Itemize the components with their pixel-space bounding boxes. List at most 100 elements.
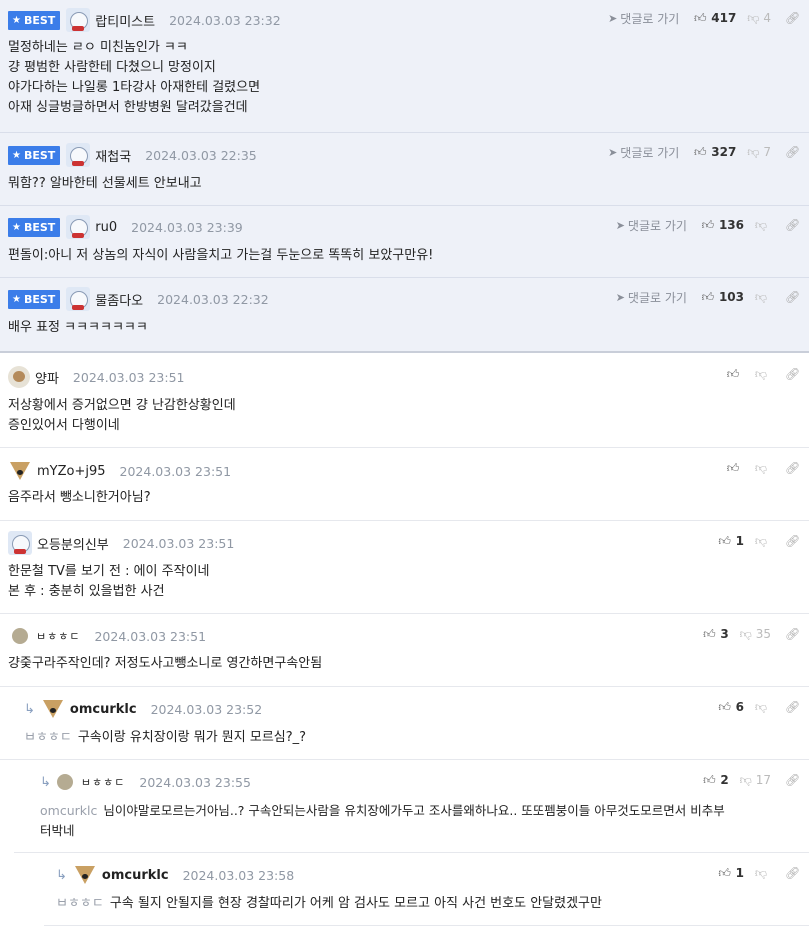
upvote-button[interactable]: 👍︎ 327: [693, 145, 736, 160]
downvote-button[interactable]: 👎︎ 7: [746, 145, 771, 160]
upvote-button[interactable]: 👍︎ 6: [718, 700, 744, 715]
comment-body: 걍줒구라주작인데? 저정도사고뺑소니로 영간하면구속안됨: [8, 656, 323, 671]
author-name[interactable]: 랍티미스트: [95, 11, 155, 30]
thumbs-down-icon: 👎︎: [739, 626, 752, 641]
avatar[interactable]: [12, 628, 28, 644]
avatar[interactable]: [73, 863, 97, 887]
author-name[interactable]: 양파: [35, 368, 59, 387]
link-icon[interactable]: 🔗︎: [785, 367, 800, 381]
comment-header: ㅂㅎㅎㄷ 2024.03.03 23:51: [12, 626, 206, 646]
comment-actions: 👍︎ 2 👎︎ 17 🔗︎: [702, 771, 800, 789]
downvote-button[interactable]: 👎︎ 17: [739, 773, 771, 788]
upvote-button[interactable]: 👍︎ 103: [701, 290, 744, 305]
downvote-button[interactable]: 👎︎: [754, 367, 771, 382]
author-name[interactable]: mYZo+j95: [37, 464, 106, 479]
comment-actions: 👍︎ 6 👎︎ 🔗︎: [718, 698, 800, 716]
avatar[interactable]: [56, 774, 73, 790]
avatar[interactable]: [66, 215, 91, 239]
downvote-button[interactable]: 👎︎: [754, 866, 771, 881]
link-icon[interactable]: 🔗︎: [785, 534, 800, 548]
downvote-button[interactable]: 👎︎ 4: [746, 11, 771, 26]
downvote-count: 35: [755, 627, 771, 641]
downvote-button[interactable]: 👎︎: [754, 218, 771, 233]
downvote-button[interactable]: 👎︎: [754, 290, 771, 305]
star-icon: ★: [12, 149, 21, 161]
upvote-button[interactable]: 👍︎ 1: [718, 866, 744, 881]
avatar[interactable]: [41, 697, 65, 721]
link-icon[interactable]: 🔗︎: [785, 461, 800, 475]
author-name[interactable]: 물좀다오: [95, 290, 143, 309]
link-icon[interactable]: 🔗︎: [785, 145, 800, 159]
star-icon: ★: [12, 293, 21, 305]
downvote-button[interactable]: 👎︎ 35: [739, 627, 771, 642]
link-icon[interactable]: 🔗︎: [785, 218, 800, 232]
upvote-count: 1: [735, 866, 744, 880]
thumbs-up-icon: 👍︎: [726, 366, 740, 381]
upvote-button[interactable]: 👍︎: [726, 461, 744, 476]
mention-name[interactable]: ㅂㅎㅎㄷ: [56, 896, 104, 911]
avatar[interactable]: [8, 366, 30, 388]
thumbs-up-icon: 👍︎: [718, 865, 731, 880]
author-name[interactable]: ru0: [95, 220, 117, 235]
comment-actions: 👍︎ 1 👎︎ 🔗︎: [718, 864, 800, 882]
downvote-count: 7: [763, 145, 771, 159]
reply-arrow-icon: ↳: [24, 701, 35, 717]
comment-body: 음주라서 뺑소니한거아님?: [8, 490, 151, 505]
comment: 오등분의신부 2024.03.03 23:51 👍︎ 1 👎︎ 🔗︎ 한문철 TV…: [0, 521, 809, 614]
reply-comment: ↳ ㅂㅎㅎㄷ 2024.03.03 23:55 👍︎ 2 👎︎ 17 🔗︎ omcu…: [14, 760, 809, 853]
author-name[interactable]: ㅂㅎㅎㄷ: [81, 774, 125, 790]
downvote-button[interactable]: 👎︎: [754, 461, 771, 476]
upvote-count: 2: [720, 773, 729, 787]
link-icon[interactable]: 🔗︎: [785, 627, 800, 641]
avatar[interactable]: [8, 459, 32, 483]
comment-date: 2024.03.03 23:55: [139, 774, 251, 790]
upvote-button[interactable]: 👍︎: [726, 367, 744, 382]
thumbs-down-icon: 👎︎: [747, 144, 760, 159]
comment-date: 2024.03.03 23:51: [72, 369, 185, 385]
upvote-button[interactable]: 👍︎ 2: [702, 773, 729, 788]
upvote-count: 3: [720, 627, 729, 641]
thumbs-up-icon: 👍︎: [718, 533, 731, 548]
upvote-button[interactable]: 👍︎ 1: [718, 534, 744, 549]
thumbs-up-icon: 👍︎: [703, 626, 716, 641]
mention-name[interactable]: omcurklc: [40, 803, 97, 818]
thumbs-down-icon: 👎︎: [754, 217, 768, 232]
avatar[interactable]: [8, 531, 32, 555]
comment-actions: ➤ 댓글로 가기 👍︎ 417 👎︎ 4 🔗︎: [608, 9, 800, 27]
send-icon: ➤: [608, 145, 618, 159]
author-name[interactable]: 재첩국: [95, 146, 131, 165]
author-name[interactable]: ㅂㅎㅎㄷ: [36, 628, 80, 644]
link-icon[interactable]: 🔗︎: [785, 290, 800, 304]
goto-comment-link[interactable]: ➤ 댓글로 가기: [616, 217, 687, 234]
upvote-count: 103: [718, 290, 744, 304]
link-icon[interactable]: 🔗︎: [785, 773, 800, 787]
comment-date: 2024.03.03 23:52: [150, 701, 263, 717]
avatar[interactable]: [66, 8, 91, 32]
downvote-button[interactable]: 👎︎: [754, 700, 771, 715]
reply-arrow-icon: ↳: [56, 867, 67, 883]
best-comment: ★ BEST 랍티미스트 2024.03.03 23:32 ➤ 댓글로 가기 👍︎ 4…: [0, 0, 809, 133]
comment-actions: 👍︎ 1 👎︎ 🔗︎: [718, 532, 800, 550]
link-icon[interactable]: 🔗︎: [785, 11, 800, 25]
author-name[interactable]: omcurklc: [70, 702, 137, 717]
upvote-button[interactable]: 👍︎ 417: [693, 11, 736, 26]
goto-comment-link[interactable]: ➤ 댓글로 가기: [608, 144, 679, 161]
thumbs-down-icon: 👎︎: [754, 366, 768, 381]
avatar[interactable]: [66, 287, 91, 311]
author-name[interactable]: 오등분의신부: [37, 534, 109, 553]
link-icon[interactable]: 🔗︎: [785, 700, 800, 714]
goto-comment-link[interactable]: ➤ 댓글로 가기: [608, 10, 679, 27]
downvote-button[interactable]: 👎︎: [754, 534, 771, 549]
comment-header: 양파 2024.03.03 23:51: [8, 366, 185, 388]
upvote-button[interactable]: 👍︎ 3: [702, 626, 729, 642]
goto-comment-link[interactable]: ➤ 댓글로 가기: [616, 289, 687, 306]
upvote-button[interactable]: 👍︎ 136: [701, 218, 744, 233]
star-icon: ★: [12, 14, 21, 26]
link-icon[interactable]: 🔗︎: [785, 866, 800, 880]
avatar[interactable]: [66, 143, 91, 167]
thumbs-down-icon: 👎︎: [754, 865, 768, 880]
author-name[interactable]: omcurklc: [102, 868, 169, 883]
thumbs-up-icon: 👍︎: [701, 217, 715, 232]
comment-body: ㅂㅎㅎㄷ 구속 될지 안될지를 현장 경찰따리가 어케 암 검사도 모르고 아직 …: [56, 896, 602, 911]
mention-name[interactable]: ㅂㅎㅎㄷ: [24, 730, 72, 745]
